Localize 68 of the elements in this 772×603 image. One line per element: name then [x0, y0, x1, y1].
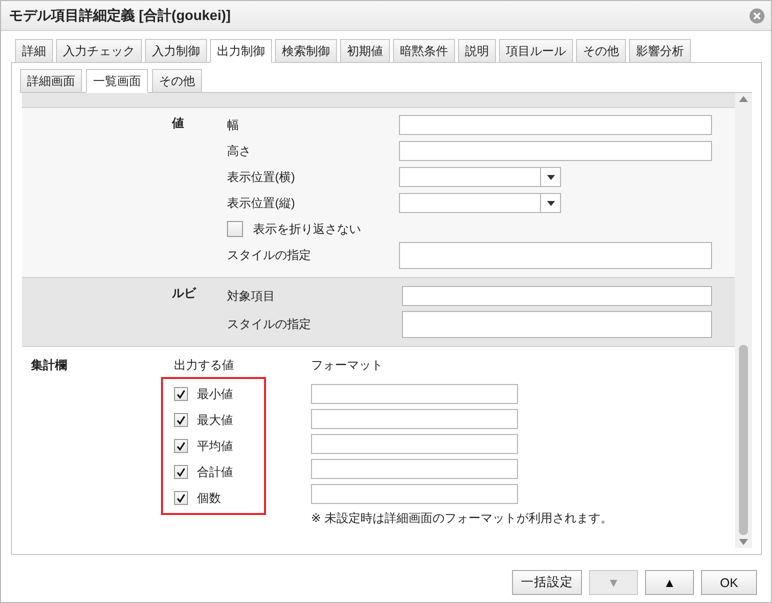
- field-label: 対象項目: [227, 288, 276, 304]
- field-label: 高さ: [227, 142, 252, 160]
- tab[interactable]: その他: [576, 39, 626, 63]
- column-header: フォーマット: [311, 357, 384, 374]
- text-area[interactable]: [402, 310, 712, 338]
- dropdown-button[interactable]: [541, 167, 561, 187]
- format-field[interactable]: [311, 434, 518, 454]
- format-field[interactable]: [311, 484, 518, 504]
- caret-icon: [546, 174, 554, 180]
- caret-icon: [546, 200, 554, 206]
- tab[interactable]: 影響分析: [629, 39, 691, 63]
- tab[interactable]: 初期値: [340, 39, 390, 63]
- dialog-button[interactable]: 一括設定: [512, 570, 582, 595]
- section-label: 集計欄: [30, 357, 68, 374]
- check-icon: [176, 415, 186, 425]
- column-header: 出力する値: [174, 357, 235, 374]
- checkbox-label: 最大値: [197, 412, 233, 428]
- tab[interactable]: 一覧画面: [86, 69, 148, 93]
- input-field[interactable]: [399, 141, 712, 161]
- tab[interactable]: 項目ルール: [499, 39, 573, 63]
- input-field[interactable]: [402, 286, 712, 306]
- field-label: スタイルの指定: [227, 247, 312, 264]
- section-label: 値: [172, 115, 185, 132]
- tab[interactable]: 出力制御: [210, 39, 272, 63]
- scroll-up-icon: [739, 96, 748, 102]
- checkbox-label: 最小値: [197, 386, 233, 402]
- check-icon: [176, 389, 186, 399]
- note-text: ※ 未設定時は詳細画面のフォーマットが利用されます。: [311, 510, 614, 527]
- dropdown-field[interactable]: [399, 193, 541, 213]
- dialog-button[interactable]: ▲: [645, 570, 694, 595]
- checkbox-label: 個数: [197, 490, 221, 506]
- window-title: モデル項目詳細定義 [合計(goukei)]: [9, 6, 231, 24]
- checkbox-label: 合計値: [197, 464, 233, 480]
- close-icon[interactable]: [749, 8, 765, 24]
- field-label: スタイルの指定: [227, 316, 312, 332]
- tab[interactable]: 入力チェック: [56, 39, 142, 63]
- dialog-button[interactable]: OK: [701, 570, 757, 595]
- dropdown-field[interactable]: [399, 167, 541, 187]
- format-field[interactable]: [311, 459, 518, 479]
- tab[interactable]: 入力制御: [145, 39, 207, 63]
- tab[interactable]: 詳細画面: [20, 69, 82, 93]
- input-field[interactable]: [399, 115, 712, 135]
- checkbox[interactable]: [174, 413, 188, 427]
- checkbox[interactable]: [174, 491, 188, 505]
- check-icon: [176, 467, 186, 477]
- scroll-thumb[interactable]: [739, 345, 748, 535]
- field-label: 表示位置(横): [227, 168, 296, 186]
- checkbox[interactable]: [174, 439, 188, 453]
- checkbox[interactable]: [174, 387, 188, 401]
- check-icon: [176, 493, 186, 503]
- field-label: 表示位置(縦): [227, 194, 296, 212]
- tab[interactable]: 説明: [458, 39, 496, 63]
- tab[interactable]: その他: [152, 69, 202, 93]
- tab[interactable]: 検索制御: [275, 39, 337, 63]
- tab[interactable]: 詳細: [15, 39, 53, 63]
- checkbox-label: 平均値: [197, 438, 233, 454]
- check-icon: [176, 441, 186, 451]
- checkbox[interactable]: [227, 221, 243, 237]
- tab[interactable]: 暗黙条件: [393, 39, 455, 63]
- section-label: ルビ: [172, 285, 198, 302]
- checkbox-label: 表示を折り返さない: [253, 220, 361, 238]
- text-area[interactable]: [399, 242, 712, 269]
- format-field[interactable]: [311, 409, 518, 429]
- field-label: 幅: [227, 116, 240, 134]
- scroll-down-icon: [739, 539, 748, 545]
- checkbox[interactable]: [174, 465, 188, 479]
- format-field[interactable]: [311, 384, 518, 404]
- dropdown-button[interactable]: [541, 193, 561, 213]
